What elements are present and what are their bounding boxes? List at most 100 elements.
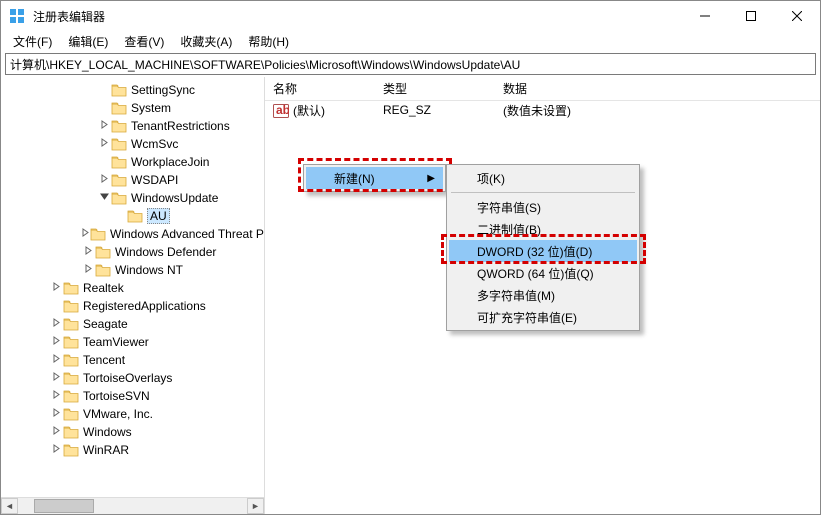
tree-item[interactable]: AU [1,207,264,225]
tree-item[interactable]: RegisteredApplications [1,297,264,315]
value-type: REG_SZ [375,103,495,117]
tree-item-label: Windows Advanced Threat Protection [110,227,264,241]
tree-item[interactable]: WSDAPI [1,171,264,189]
context-menu-new-submenu[interactable]: 项(K) 字符串值(S) 二进制值(B) DWORD (32 位)值(D) QW… [446,164,640,331]
tree-item[interactable]: Seagate [1,315,264,333]
column-data[interactable]: 数据 [495,80,820,97]
expand-icon[interactable] [81,264,95,276]
folder-icon [63,371,79,385]
tree-item[interactable]: Realtek [1,279,264,297]
value-data: (数值未设置) [495,102,820,119]
folder-icon [111,119,127,133]
folder-icon [111,101,127,115]
expand-icon[interactable] [49,444,63,456]
list-pane: 名称 类型 数据 ab (默认) REG_SZ (数值未设置) 新建(N) ▶ … [265,77,820,514]
tree-item[interactable]: WorkplaceJoin [1,153,264,171]
submenu-key[interactable]: 项(K) [449,167,637,189]
tree-item-label: System [131,101,171,115]
submenu-string[interactable]: 字符串值(S) [449,196,637,218]
scroll-left-button[interactable]: ◄ [1,498,18,514]
expand-icon[interactable] [49,354,63,366]
tree-item[interactable]: TortoiseOverlays [1,369,264,387]
submenu-expandstring[interactable]: 可扩充字符串值(E) [449,306,637,328]
submenu-arrow-icon: ▶ [427,173,435,184]
folder-icon [127,209,143,223]
column-name[interactable]: 名称 [265,80,375,97]
scroll-right-button[interactable]: ► [247,498,264,514]
tree-item[interactable]: SettingSync [1,81,264,99]
folder-icon [111,137,127,151]
submenu-multistring[interactable]: 多字符串值(M) [449,284,637,306]
string-value-icon: ab [273,104,289,118]
tree-item[interactable]: Windows [1,423,264,441]
minimize-button[interactable] [682,1,728,31]
tree-item[interactable]: Tencent [1,351,264,369]
expand-icon[interactable] [49,426,63,438]
folder-icon [63,353,79,367]
tree-item[interactable]: Windows Advanced Threat Protection [1,225,264,243]
expand-icon[interactable] [97,174,111,186]
folder-icon [95,263,111,277]
tree-item-label: Windows Defender [115,245,216,259]
expand-icon[interactable] [49,408,63,420]
scroll-track[interactable] [18,498,247,514]
regedit-icon [9,8,25,24]
horizontal-scrollbar[interactable]: ◄ ► [1,497,264,514]
menu-favorites[interactable]: 收藏夹(A) [172,31,240,52]
tree-item-label: AU [147,208,170,224]
expand-icon[interactable] [49,336,63,348]
submenu-binary-label: 二进制值(B) [477,221,541,238]
tree-item[interactable]: Windows Defender [1,243,264,261]
tree-item[interactable]: WcmSvc [1,135,264,153]
tree-item[interactable]: TeamViewer [1,333,264,351]
tree-item[interactable]: TortoiseSVN [1,387,264,405]
tree-item-label: Realtek [83,281,124,295]
tree-item[interactable]: TenantRestrictions [1,117,264,135]
context-menu-new[interactable]: 新建(N) ▶ [306,167,443,189]
submenu-dword-label: DWORD (32 位)值(D) [477,243,592,260]
menu-file[interactable]: 文件(F) [5,31,60,52]
submenu-dword[interactable]: DWORD (32 位)值(D) [449,240,637,262]
column-type[interactable]: 类型 [375,80,495,97]
value-name-cell: ab (默认) [265,102,375,119]
tree[interactable]: SettingSync System TenantRestrictionsWcmSv… [1,77,264,514]
menu-separator [451,192,635,193]
maximize-button[interactable] [728,1,774,31]
tree-item-label: TortoiseSVN [83,389,150,403]
expand-icon[interactable] [49,318,63,330]
window-controls [682,1,820,31]
menu-view[interactable]: 查看(V) [116,31,172,52]
list-row[interactable]: ab (默认) REG_SZ (数值未设置) [265,101,820,119]
tree-item-label: RegisteredApplications [83,299,206,313]
folder-icon [63,407,79,421]
titlebar: 注册表编辑器 [1,1,820,31]
close-button[interactable] [774,1,820,31]
expand-icon[interactable] [97,138,111,150]
scroll-thumb[interactable] [34,499,94,513]
expand-icon[interactable] [49,372,63,384]
folder-icon [111,173,127,187]
tree-item[interactable]: VMware, Inc. [1,405,264,423]
address-path: 计算机\HKEY_LOCAL_MACHINE\SOFTWARE\Policies… [10,56,520,73]
tree-item[interactable]: System [1,99,264,117]
folder-icon [111,155,127,169]
expand-icon[interactable] [97,120,111,132]
tree-item[interactable]: Windows NT [1,261,264,279]
expand-icon[interactable] [81,246,95,258]
tree-item[interactable]: WinRAR [1,441,264,459]
address-bar[interactable]: 计算机\HKEY_LOCAL_MACHINE\SOFTWARE\Policies… [5,53,816,75]
submenu-binary[interactable]: 二进制值(B) [449,218,637,240]
expand-icon[interactable] [49,282,63,294]
submenu-qword[interactable]: QWORD (64 位)值(Q) [449,262,637,284]
submenu-qword-label: QWORD (64 位)值(Q) [477,265,594,282]
context-menu-main[interactable]: 新建(N) ▶ [303,164,446,192]
expand-icon[interactable] [81,228,90,240]
submenu-key-label: 项(K) [477,170,505,187]
collapse-icon[interactable] [97,192,111,204]
tree-item-label: WindowsUpdate [131,191,218,205]
tree-item-label: SettingSync [131,83,195,97]
menu-edit[interactable]: 编辑(E) [60,31,116,52]
menu-help[interactable]: 帮助(H) [240,31,297,52]
expand-icon[interactable] [49,390,63,402]
tree-item[interactable]: WindowsUpdate [1,189,264,207]
